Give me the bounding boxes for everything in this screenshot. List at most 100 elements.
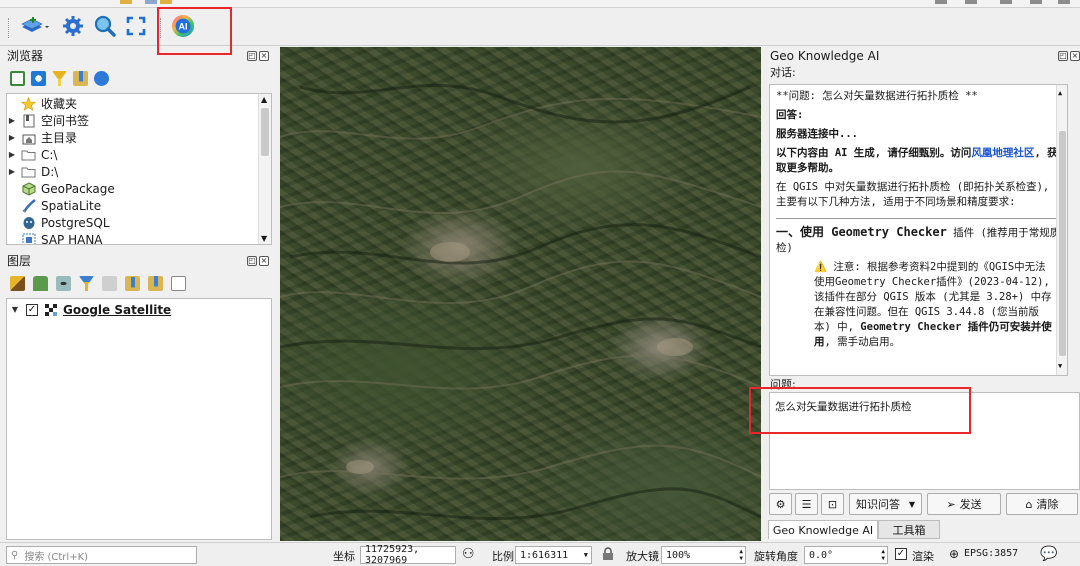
coordinate-field[interactable]: 11725923, 3207969 (360, 544, 456, 566)
layer-name: Google Satellite (63, 302, 172, 317)
send-button[interactable]: ➢ 发送 (927, 493, 1001, 515)
filter-by-expression-icon[interactable] (102, 276, 117, 291)
collapse-arrow-icon[interactable]: ▼ (10, 305, 20, 314)
render-checkbox[interactable]: ✓ (895, 548, 907, 560)
visibility-icon[interactable] (56, 276, 71, 291)
toolbar-icon-partial[interactable] (160, 0, 172, 4)
spin-arrows-icon[interactable]: ▲ ▼ (739, 548, 743, 562)
tree-item-label: 空间书签 (41, 114, 90, 128)
scroll-down-icon[interactable]: ▼ (1058, 359, 1062, 374)
ai-settings-button[interactable]: ⚙ (769, 493, 792, 515)
close-icon[interactable]: × (1070, 51, 1080, 61)
add-layer-button[interactable] (18, 14, 52, 40)
toolbar-icon-partial[interactable] (1030, 0, 1042, 4)
screenshot-icon: ⊡ (827, 497, 838, 511)
tree-item-favorites[interactable]: 收藏夹 (7, 95, 77, 112)
toolbar-icon-partial[interactable] (1058, 0, 1070, 4)
toolbar-grip[interactable] (8, 18, 11, 38)
close-icon[interactable]: × (259, 256, 269, 266)
full-extent-button[interactable] (123, 14, 149, 40)
expand-arrow-icon[interactable]: ▶ (7, 116, 17, 125)
collapse-all-icon[interactable] (148, 276, 163, 291)
lock-scale-icon[interactable] (602, 547, 614, 561)
scale-select[interactable]: 1:616311 ▼ (515, 546, 592, 564)
tree-item-spatialite[interactable]: SpatiaLite (7, 197, 101, 214)
tree-item-d-drive[interactable]: ▶ D:\ (7, 163, 58, 180)
expand-arrow-icon[interactable]: ▶ (7, 150, 17, 159)
scrollbar-thumb[interactable] (1059, 131, 1066, 356)
tab-toolbox[interactable]: 工具箱 (878, 520, 940, 539)
tree-item-spatial-bookmarks[interactable]: ▶ 空间书签 (7, 112, 89, 129)
home-folder-icon (21, 131, 36, 145)
layer-visibility-checkbox[interactable]: ✓ (26, 303, 38, 316)
layers-stack-icon (20, 15, 50, 40)
clear-button[interactable]: ⌂ 清除 (1006, 493, 1078, 515)
chat-scrollbar[interactable]: ▲ ▼ (1056, 85, 1067, 375)
expand-arrow-icon[interactable]: ▶ (7, 133, 17, 142)
section-heading: 一、使用 Geometry Checker (776, 225, 947, 239)
remove-layer-icon[interactable] (171, 276, 186, 291)
filter-icon[interactable] (52, 71, 67, 86)
tree-item-geopackage[interactable]: GeoPackage (7, 180, 115, 197)
toolbar-icon-partial[interactable] (935, 0, 947, 4)
float-icon[interactable]: ◰ (247, 256, 257, 266)
mode-select[interactable]: 知识问答 ▼ (849, 493, 922, 515)
tree-item-label: GeoPackage (41, 181, 115, 196)
scroll-down-icon[interactable]: ▼ (261, 234, 267, 243)
browser-scrollbar[interactable]: ▲ ▼ (258, 94, 271, 244)
collapse-all-icon[interactable] (73, 71, 88, 86)
layer-item-google-satellite[interactable]: ▼ ✓ Google Satellite (10, 301, 171, 318)
capture-button[interactable]: ⊡ (821, 493, 844, 515)
toolbar-icon-partial[interactable] (145, 0, 157, 4)
tree-item-c-drive[interactable]: ▶ C:\ (7, 146, 58, 163)
tree-item-sap-hana[interactable]: SAP HANA (7, 231, 103, 245)
settings-button[interactable] (60, 14, 86, 40)
style-icon[interactable] (10, 276, 25, 291)
tree-item-label: SAP HANA (41, 232, 103, 245)
magnifier-value: 100% (666, 549, 691, 561)
scrollbar-thumb[interactable] (261, 108, 269, 156)
chevron-down-icon: ▼ (583, 551, 588, 559)
add-selected-icon[interactable] (10, 71, 25, 86)
filter-legend-icon[interactable] (79, 276, 94, 291)
float-icon[interactable]: ◰ (1058, 51, 1068, 61)
magnifier-spinbox[interactable]: 100% ▲ ▼ (661, 546, 746, 564)
rotation-label: 旋转角度 (754, 550, 798, 563)
float-icon[interactable]: ◰ (247, 51, 257, 61)
expand-arrow-icon[interactable]: ▶ (7, 167, 17, 176)
scroll-up-icon[interactable]: ▲ (261, 95, 267, 104)
messages-icon[interactable]: 💬 (1040, 546, 1057, 562)
toolbar-icon-partial[interactable] (120, 0, 132, 4)
disclaimer-text: 以下内容由 AI 生成, 请仔细甄别。访问 (776, 147, 972, 159)
list-button[interactable]: ☰ (795, 493, 818, 515)
layers-dock-buttons: ◰ × (247, 256, 269, 266)
coordinate-toggle-icon[interactable]: ⚇ (462, 546, 475, 562)
expand-all-icon[interactable] (125, 276, 140, 291)
tab-geo-knowledge-ai[interactable]: Geo Knowledge AI (768, 520, 878, 539)
zoom-button[interactable] (92, 14, 118, 40)
locator-search-input[interactable]: ⚲ 搜索 (Ctrl+K) (6, 546, 197, 564)
crs-label[interactable]: EPSG:3857 (964, 548, 1018, 559)
info-icon[interactable] (94, 71, 109, 86)
refresh-icon[interactable] (31, 71, 46, 86)
tree-item-home[interactable]: ▶ 主目录 (7, 129, 77, 146)
add-group-icon[interactable] (33, 276, 48, 291)
tree-item-label: PostgreSQL (41, 215, 110, 230)
close-icon[interactable]: × (259, 51, 269, 61)
community-link[interactable]: 风凰地理社区 (971, 147, 1034, 159)
toolbar-icon-partial[interactable] (965, 0, 977, 4)
scroll-up-icon[interactable]: ▲ (1058, 86, 1062, 101)
coordinate-label: 坐标 (333, 550, 355, 563)
chat-history[interactable]: **问题: 怎么对矢量数据进行拓扑质检 ** 回答: 服务器连接中... 以下内… (769, 84, 1068, 376)
crs-globe-icon[interactable]: ⊕ (949, 547, 959, 561)
layers-panel-title: 图层 (7, 254, 32, 268)
browser-dock-buttons: ◰ × (247, 51, 269, 61)
tree-item-postgresql[interactable]: PostgreSQL (7, 214, 110, 231)
tree-item-label: SpatiaLite (41, 198, 102, 213)
spin-arrows-icon[interactable]: ▲ ▼ (881, 548, 885, 562)
search-placeholder: 搜索 (Ctrl+K) (24, 551, 89, 563)
coordinate-value: 11725923, 3207969 (365, 544, 420, 566)
map-canvas[interactable] (280, 47, 761, 541)
rotation-spinbox[interactable]: 0.0° ▲ ▼ (804, 546, 888, 564)
toolbar-icon-partial[interactable] (1000, 0, 1012, 4)
